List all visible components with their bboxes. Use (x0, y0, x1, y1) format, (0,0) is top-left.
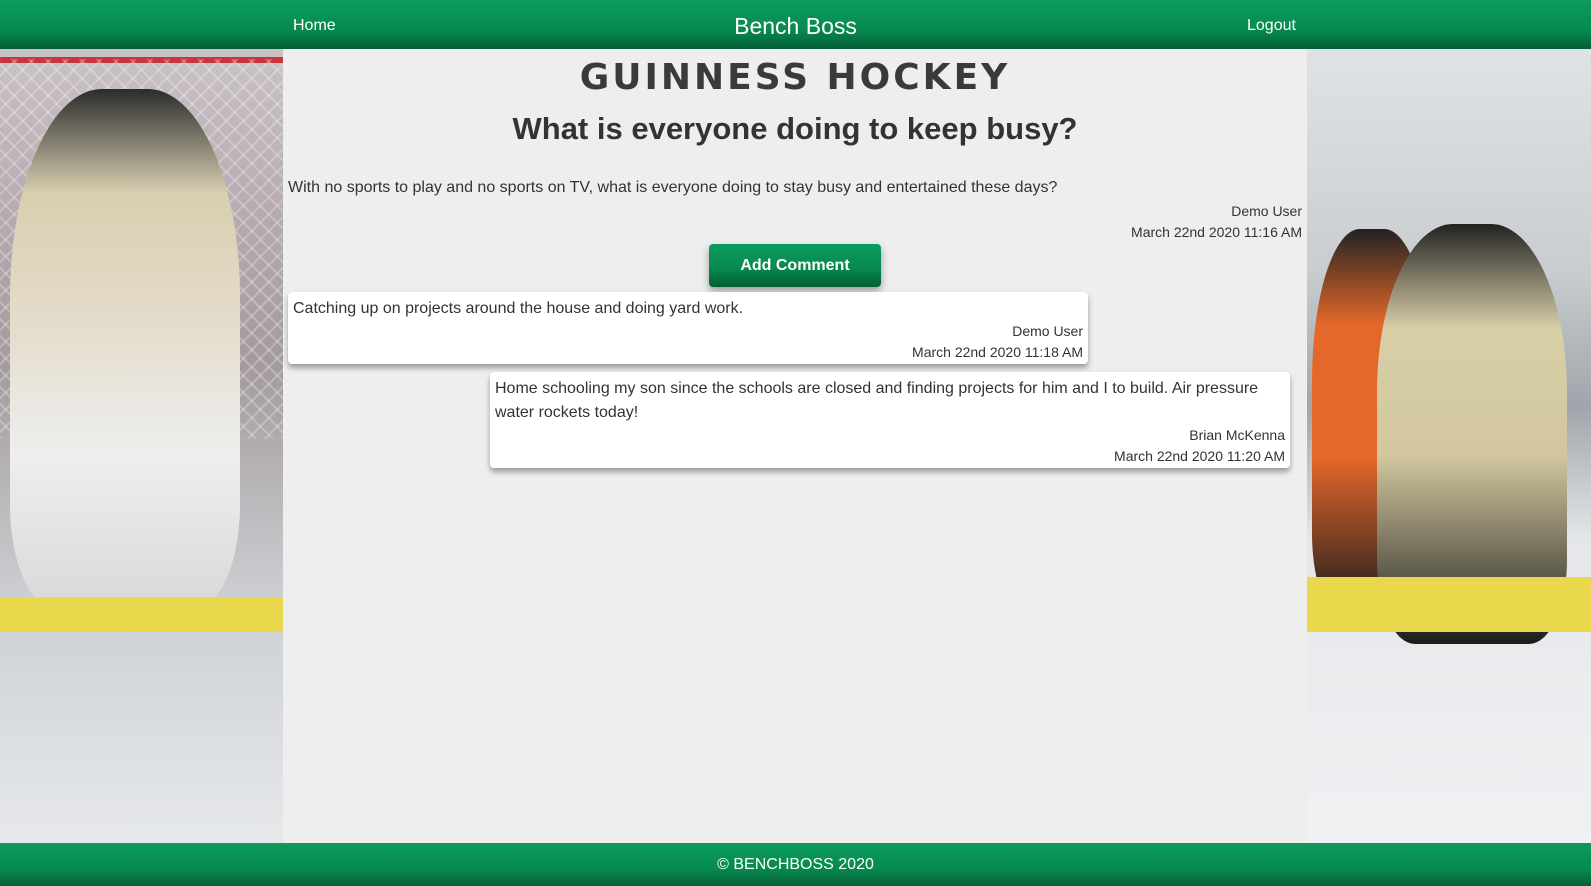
comment-card: Catching up on projects around the house… (288, 292, 1088, 364)
brand-title: Bench Boss (734, 13, 857, 39)
background-photo-right (1307, 49, 1591, 843)
post-author: Demo User (1231, 203, 1302, 219)
post-title: What is everyone doing to keep busy? (512, 111, 1078, 146)
comment-text: Home schooling my son since the schools … (495, 380, 1259, 421)
comment-author: Brian McKenna (1189, 427, 1285, 443)
nav-logout-link[interactable]: Logout (1247, 17, 1296, 35)
comment-text: Catching up on projects around the house… (293, 300, 744, 317)
rink-boards (1307, 577, 1591, 632)
comment-date: March 22nd 2020 11:18 AM (912, 344, 1083, 360)
comment-author: Demo User (1012, 323, 1083, 339)
main-content: GUINNESS HOCKEY What is everyone doing t… (283, 49, 1307, 843)
comment-card: Home schooling my son since the schools … (490, 372, 1290, 468)
post-body: With no sports to play and no sports on … (288, 179, 1058, 196)
top-nav-bar: Home Bench Boss Logout (0, 0, 1591, 49)
footer-bar: © BENCHBOSS 2020 (0, 843, 1591, 886)
rink-boards (0, 597, 283, 632)
team-name-heading: GUINNESS HOCKEY (579, 57, 1011, 98)
post-date: March 22nd 2020 11:16 AM (1131, 224, 1302, 240)
goalie-figure (10, 89, 240, 609)
footer-copyright: © BENCHBOSS 2020 (717, 856, 874, 873)
background-photo-left (0, 49, 283, 843)
add-comment-button[interactable]: Add Comment (709, 244, 881, 287)
comment-date: March 22nd 2020 11:20 AM (1114, 448, 1285, 464)
